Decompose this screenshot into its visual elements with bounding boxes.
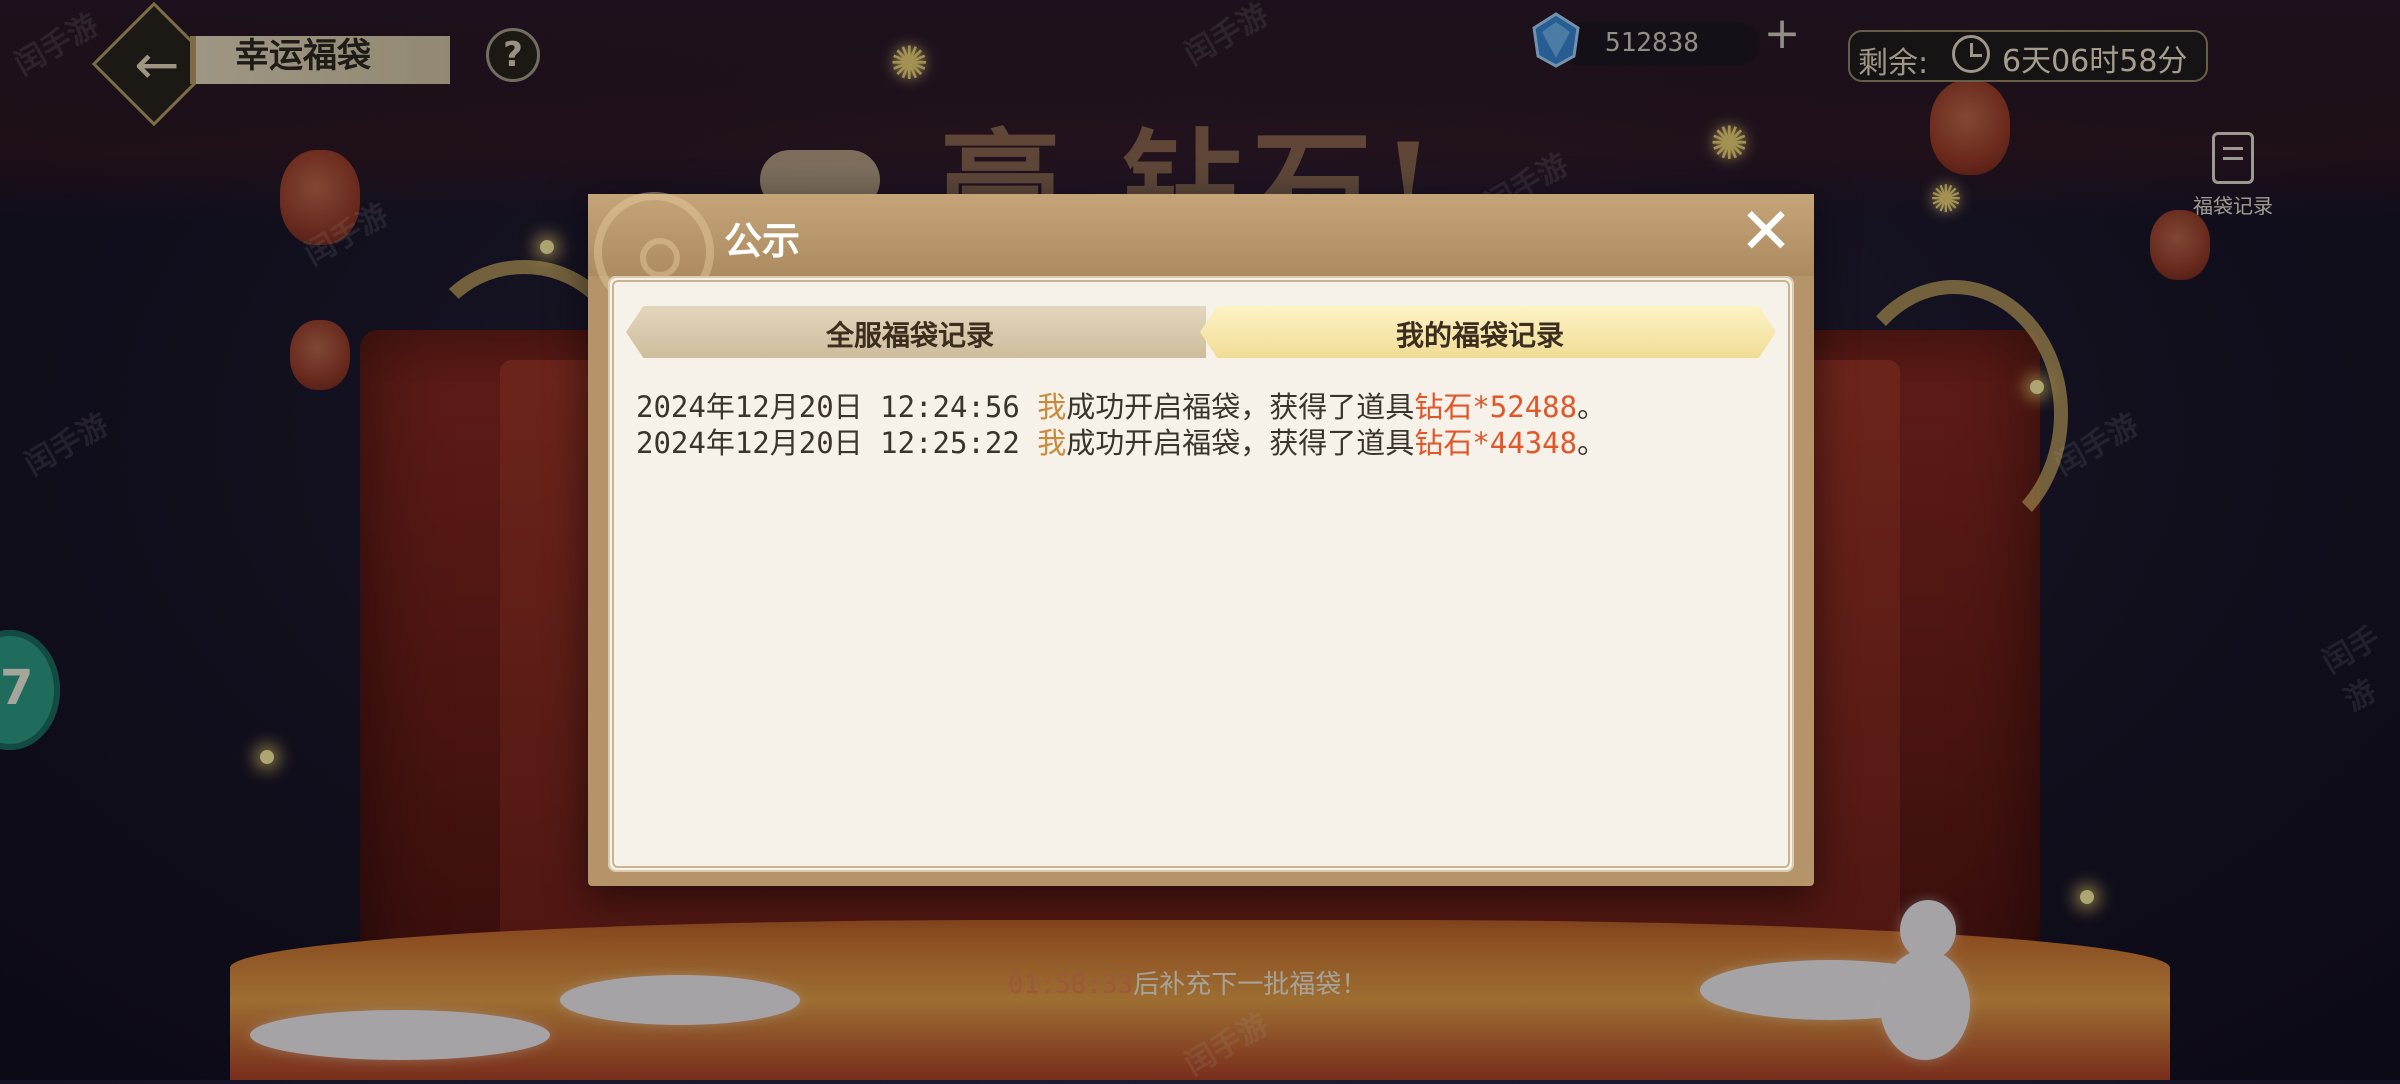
- record-item: 钻石*44348: [1414, 426, 1578, 460]
- tab-my-records-label[interactable]: 我的福袋记录: [1396, 314, 1564, 354]
- record-action: 成功开启福袋，获得了道具: [1066, 426, 1415, 460]
- record-row: 2024年12月20日 12:25:22 我成功开启福袋，获得了道具钻石*443…: [636, 420, 1606, 462]
- record-action: 成功开启福袋，获得了道具: [1066, 390, 1415, 424]
- record-datetime: 2024年12月20日 12:24:56: [636, 390, 1020, 424]
- record-item: 钻石*52488: [1414, 390, 1578, 424]
- tab-all-server-label[interactable]: 全服福袋记录: [826, 314, 994, 354]
- record-actor: 我: [1037, 426, 1067, 460]
- panel-border: [612, 280, 1790, 868]
- record-datetime: 2024年12月20日 12:25:22: [636, 426, 1020, 460]
- record-actor: 我: [1037, 390, 1067, 424]
- close-icon[interactable]: ✕: [1736, 200, 1796, 264]
- dialog-title: 公示: [724, 218, 801, 263]
- record-end: 。: [1577, 390, 1607, 424]
- record-end: 。: [1577, 426, 1607, 460]
